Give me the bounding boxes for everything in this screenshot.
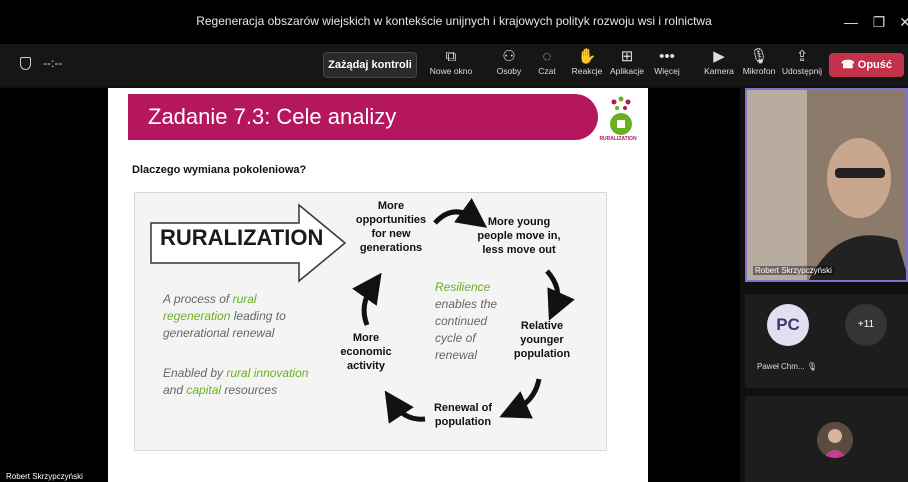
mic-off-icon: 🎙 (749, 48, 769, 65)
phone-icon: ☎ (841, 59, 855, 71)
presenter-name-label: Robert Skrzypczyński (6, 472, 83, 481)
shared-screen-stage: Zadanie 7.3: Cele analizy RURALIZATION D… (0, 88, 740, 482)
title-bar: Regeneracja obszarów wiejskich w kontekś… (0, 0, 908, 44)
chat-icon: ◌ (542, 48, 552, 65)
window-title: Regeneracja obszarów wiejskich w kontekś… (196, 14, 712, 28)
participant-tile-2[interactable] (745, 396, 908, 482)
arrow-2 (545, 269, 575, 321)
slide-title: Zadanie 7.3: Cele analizy (148, 104, 397, 129)
logo-text: RURALIZATION (599, 136, 637, 142)
presentation-slide: Zadanie 7.3: Cele analizy RURALIZATION D… (108, 88, 648, 482)
share-button[interactable]: ⇪ Udostępnij (780, 48, 824, 84)
participant-video-tile[interactable]: Robert Skrzypczyński (745, 88, 908, 282)
reactions-button[interactable]: ✋ Reakcje (569, 48, 605, 84)
more-icon: ••• (659, 48, 675, 65)
meeting-info: --:-- (20, 56, 62, 70)
camera-off-icon: ▶ (713, 48, 725, 65)
share-icon: ⇪ (795, 48, 809, 65)
request-control-button[interactable]: Zażądaj kontroli (323, 52, 417, 78)
more-button[interactable]: ••• Więcej (651, 48, 683, 84)
avatar: PC (767, 304, 809, 346)
participant-video (747, 90, 906, 280)
participant-video-name: Robert Skrzypczyński (753, 266, 834, 275)
participant-name: Paweł Chm... 🎙 (757, 362, 817, 371)
apps-icon: ⊞ (620, 48, 634, 65)
apps-button[interactable]: ⊞ Aplikacje (607, 48, 647, 84)
close-icon[interactable]: ✕ (892, 10, 908, 34)
chat-button[interactable]: ◌ Czat (534, 48, 560, 84)
diagram-panel: RURALIZATION A process of rural regenera… (134, 192, 607, 451)
slide-question: Dlaczego wymiana pokoleniowa? (132, 164, 307, 176)
arrow-3 (499, 378, 542, 419)
new-window-icon: ⧉ (445, 48, 457, 65)
mic-off-icon: 🎙 (806, 362, 817, 371)
camera-button[interactable]: ▶ Kamera (702, 48, 736, 84)
people-icon: ⚇ (502, 48, 516, 65)
meeting-timer: --:-- (43, 56, 63, 70)
maximize-icon[interactable]: ❐ (866, 10, 892, 34)
shield-icon (20, 56, 31, 70)
new-window-button[interactable]: ⧉ Nowe okno (429, 48, 473, 84)
avatar-photo (817, 422, 853, 458)
reactions-icon: ✋ (577, 48, 597, 65)
participant-tile[interactable]: PC +11 Paweł Chm... 🎙 (745, 294, 908, 388)
arrow-5 (352, 272, 382, 326)
cycle-arrows (352, 198, 575, 424)
minimize-icon[interactable]: — (838, 10, 864, 34)
leave-button[interactable]: ☎ Opuść (829, 53, 904, 77)
mic-button[interactable]: 🎙 Mikrofon (739, 48, 779, 84)
arrow-4 (384, 390, 426, 424)
arrow-1 (433, 198, 488, 228)
people-button[interactable]: ⚇ Osoby (492, 48, 526, 84)
more-participants-button[interactable]: +11 (845, 304, 887, 346)
